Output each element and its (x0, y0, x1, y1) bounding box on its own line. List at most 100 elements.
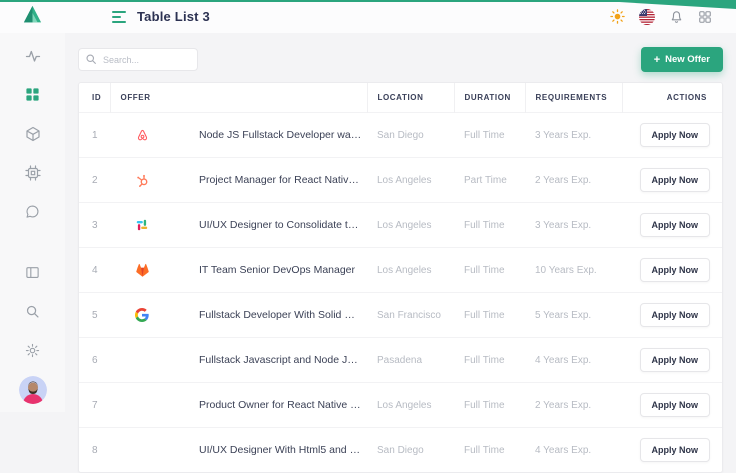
sidebar-item-products[interactable] (20, 123, 46, 149)
no-icon (134, 442, 150, 458)
apps-grid-icon[interactable] (698, 10, 712, 24)
cell-duration: Full Time (454, 113, 525, 158)
sidebar-item-dashboard[interactable] (20, 84, 46, 110)
cell-requirements: 4 Years Exp. (525, 338, 622, 383)
cell-duration: Full Time (454, 203, 525, 248)
table-row: 6Fullstack Javascript and Node JS Develo… (79, 338, 722, 383)
cell-id: 3 (79, 203, 110, 248)
cell-offer: UI/UX Designer With Html5 and Sass Skill… (110, 428, 367, 473)
column-header-requirements: REQUIREMENTS (525, 83, 622, 113)
sidebar-toggle-button[interactable] (112, 11, 126, 23)
cell-id: 4 (79, 248, 110, 293)
sidebar-item-layout[interactable] (20, 262, 46, 288)
search-icon (25, 304, 40, 324)
cell-location: Pasadena (367, 338, 454, 383)
theme-sun-icon[interactable] (610, 9, 625, 24)
offers-table-card: ID OFFER LOCATION DURATION REQUIREMENTS … (78, 82, 723, 473)
cell-actions: Apply Now (622, 383, 722, 428)
slack-icon (134, 217, 150, 233)
cell-duration: Full Time (454, 383, 525, 428)
user-avatar[interactable] (19, 376, 47, 404)
plus-icon: + (654, 56, 660, 64)
google-icon (134, 307, 150, 323)
apply-now-button[interactable]: Apply Now (640, 123, 711, 147)
offer-title: IT Team Senior DevOps Manager (199, 264, 355, 276)
cell-actions: Apply Now (622, 203, 722, 248)
cell-requirements: 3 Years Exp. (525, 113, 622, 158)
cell-id: 1 (79, 113, 110, 158)
table-header-row: ID OFFER LOCATION DURATION REQUIREMENTS … (79, 83, 722, 113)
gitlab-icon (134, 262, 150, 278)
column-header-actions: ACTIONS (622, 83, 722, 113)
cell-location: Los Angeles (367, 158, 454, 203)
cell-location: Los Angeles (367, 383, 454, 428)
cell-location: Los Angeles (367, 203, 454, 248)
offers-table: ID OFFER LOCATION DURATION REQUIREMENTS … (79, 83, 722, 472)
cpu-icon (25, 165, 41, 186)
logo-triangle-icon (20, 2, 45, 32)
box-icon (25, 126, 41, 147)
cell-requirements: 4 Years Exp. (525, 428, 622, 473)
cell-duration: Full Time (454, 248, 525, 293)
chat-bubble-icon (25, 204, 40, 224)
topbar: Table List 3 (0, 0, 736, 33)
cell-duration: Part Time (454, 158, 525, 203)
cell-id: 6 (79, 338, 110, 383)
page-title: Table List 3 (137, 9, 210, 24)
sidebar-item-activity[interactable] (20, 45, 46, 71)
apply-now-button[interactable]: Apply Now (640, 438, 711, 462)
cell-actions: Apply Now (622, 158, 722, 203)
cell-actions: Apply Now (622, 428, 722, 473)
column-header-duration: DURATION (454, 83, 525, 113)
table-row: 1Node JS Fullstack Developer wanted ▯San… (79, 113, 722, 158)
sidebar-item-search[interactable] (20, 301, 46, 327)
cell-actions: Apply Now (622, 113, 722, 158)
activity-icon (25, 48, 41, 69)
cell-requirements: 3 Years Exp. (525, 203, 622, 248)
no-icon (134, 352, 150, 368)
cell-id: 5 (79, 293, 110, 338)
table-row: 5 Fullstack Developer With Solid MongoDB … (79, 293, 722, 338)
cell-requirements: 2 Years Exp. (525, 158, 622, 203)
apply-now-button[interactable]: Apply Now (640, 303, 711, 327)
sidebar-item-system[interactable] (20, 162, 46, 188)
new-offer-button[interactable]: + New Offer (641, 47, 723, 72)
sidebar-item-settings[interactable] (20, 340, 46, 366)
toolbar: + New Offer (65, 33, 736, 82)
app-logo[interactable] (0, 2, 65, 32)
cell-offer: Product Owner for React Native Project (110, 383, 367, 428)
table-body: 1Node JS Fullstack Developer wanted ▯San… (79, 113, 722, 473)
cell-location: San Diego (367, 428, 454, 473)
main-content: + New Offer ID OFFER LOCATION DURATION R… (65, 33, 736, 412)
sidebar (0, 33, 65, 412)
apply-now-button[interactable]: Apply Now (640, 393, 711, 417)
cell-offer: IT Team Senior DevOps Manager (110, 248, 367, 293)
no-icon (134, 397, 150, 413)
apply-now-button[interactable]: Apply Now (640, 348, 711, 372)
table-row: 3UI/UX Designer to Consolidate the UX Te… (79, 203, 722, 248)
cell-location: San Francisco (367, 293, 454, 338)
hubspot-icon (134, 172, 150, 188)
notifications-bell-icon[interactable] (669, 9, 684, 24)
offer-title: Fullstack Developer With Solid MongoDB S… (199, 309, 363, 321)
apply-now-button[interactable]: Apply Now (640, 258, 711, 282)
cell-offer: UI/UX Designer to Consolidate the UX Tea… (110, 203, 367, 248)
column-header-offer: OFFER (110, 83, 367, 113)
layout-icon (25, 265, 40, 285)
offer-title: UI/UX Designer With Html5 and Sass Skill… (199, 444, 363, 456)
cell-actions: Apply Now (622, 338, 722, 383)
search-input-icon (85, 53, 97, 65)
apply-now-button[interactable]: Apply Now (640, 168, 711, 192)
airbnb-icon (134, 127, 150, 143)
cell-duration: Full Time (454, 338, 525, 383)
cell-actions: Apply Now (622, 248, 722, 293)
cell-id: 7 (79, 383, 110, 428)
cell-offer: Fullstack Developer With Solid MongoDB S… (110, 293, 367, 338)
cell-requirements: 10 Years Exp. (525, 248, 622, 293)
cell-location: Los Angeles (367, 248, 454, 293)
sidebar-item-messages[interactable] (20, 201, 46, 227)
us-flag-icon[interactable] (639, 9, 655, 25)
cell-location: San Diego (367, 113, 454, 158)
apply-now-button[interactable]: Apply Now (640, 213, 711, 237)
offer-title: Project Manager for React Native Project (199, 174, 363, 186)
